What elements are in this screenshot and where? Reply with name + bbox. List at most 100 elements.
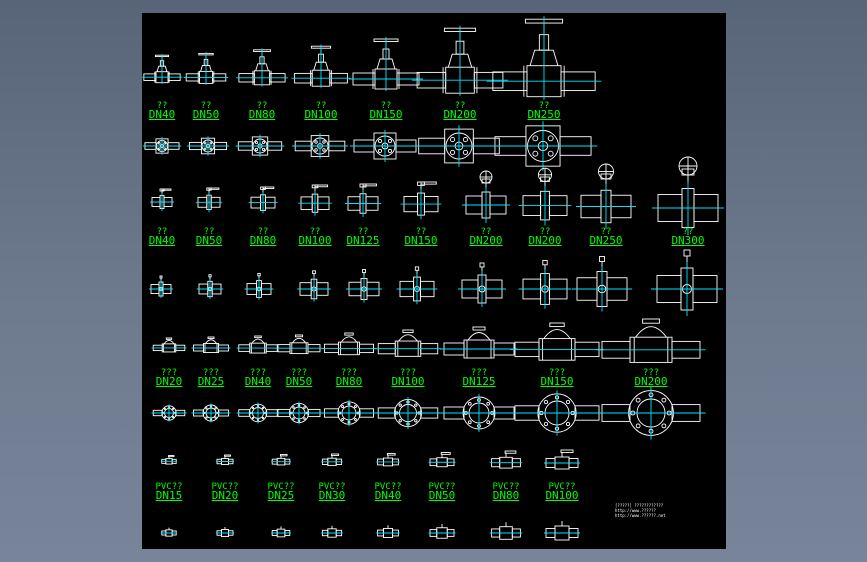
pvc-ball-valve-elevation [160,455,178,465]
pvc-ball-valve-plan [160,527,178,537]
valve-label: PVC?? DN40 [374,482,401,501]
valve-label: PVC?? DN30 [318,482,345,501]
gate-valve-plan [350,130,420,162]
butterfly-valve-plan [149,275,173,298]
valve-size-label: DN200 [469,234,503,247]
valve-size-label: DN30 [318,489,346,502]
gate-valve-plan [142,137,182,155]
valve-size-label: DN200 [528,234,562,247]
pvc-ball-valve-elevation [216,454,234,465]
pvc-ball-valve-elevation [428,452,456,468]
butterfly-valve-elevation [248,186,278,214]
valve-size-label: DN80 [248,108,276,121]
check-valve-elevation [275,334,323,355]
valve-size-label: DN150 [540,375,574,388]
check-valve-elevation [510,322,604,361]
valve-symbol-sheet [142,16,724,541]
butterfly-valve-plan [458,262,506,307]
pvc-ball-valve-elevation [489,450,523,469]
check-valve-elevation [440,326,518,359]
valve-label: ?? DN50 [193,101,220,120]
valve-size-label: DN150 [369,108,403,121]
gate-valve-plan [292,133,348,159]
valve-label: ??? DN40 [245,368,272,387]
gate-valve-plan [488,121,598,171]
valve-size-label: DN300 [671,234,705,247]
valve-size-label: DN20 [211,489,239,502]
valve-label: ??? DN125 [462,368,495,387]
valve-size-label: DN15 [155,489,183,502]
check-valve-elevation [596,318,706,363]
butterfly-valve-elevation [462,170,510,223]
valve-label: PVC?? DN100 [545,482,578,501]
gate-valve-plan [187,136,229,156]
valve-size-label: DN40 [148,234,176,247]
valve-size-label: DN80 [249,234,277,247]
pvc-ball-valve-elevation [321,453,343,466]
valve-label: ??? DN200 [634,368,667,387]
valve-size-label: DN200 [634,375,668,388]
gate-valve-elevation [486,16,602,100]
pvc-ball-valve-plan [544,521,580,541]
valve-label: ?? DN200 [443,101,476,120]
valve-label: ?? DN150 [404,227,437,246]
valve-size-label: DN100 [545,489,579,502]
butterfly-valve-elevation [345,183,381,217]
valve-label: ??? DN50 [286,368,313,387]
valve-label: ?? DN250 [527,101,560,120]
gate-valve-elevation [349,37,423,91]
valve-label: ?? DN40 [149,227,176,246]
check-valve-plan [596,386,706,440]
butterfly-valve-elevation [400,181,442,220]
valve-label: ?? DN50 [196,227,223,246]
valve-size-label: DN100 [391,375,425,388]
valve-label: ?? DN150 [369,101,402,120]
check-valve-plan [151,404,187,422]
valve-size-label: DN40 [244,375,272,388]
butterfly-valve-plan [244,272,274,300]
valve-size-label: DN40 [148,108,176,121]
check-valve-plan [374,396,442,430]
butterfly-valve-plan [346,269,382,303]
valve-label: PVC?? DN50 [428,482,455,501]
check-valve-plan-row [151,386,706,440]
note-line-3: http://www.??????.net [615,513,666,518]
butterfly-valve-plan-row [149,249,723,316]
pvc-ball-valve-plan [216,527,234,537]
pvc-ball-valve-plan-row [160,521,580,541]
valve-size-label: DN250 [527,108,561,121]
pvc-ball-valve-plan [428,524,456,539]
valve-size-label: DN50 [192,108,220,121]
valve-size-label: DN20 [155,375,183,388]
gate-valve-elevation [236,48,288,87]
check-valve-elevation [321,332,377,356]
valve-label: ?? DN125 [346,227,379,246]
pvc-ball-valve-elevation [376,453,400,467]
pvc-ball-valve-plan [271,526,291,538]
butterfly-valve-plan [518,259,572,309]
butterfly-valve-elevation [518,167,572,226]
butterfly-valve-plan [396,266,438,305]
check-valve-elevation [191,336,231,353]
butterfly-valve-plan [196,274,224,299]
valve-size-label: DN150 [404,234,438,247]
butterfly-valve-elevation [298,184,332,216]
valve-label: PVC?? DN20 [211,482,238,501]
butterfly-valve-elevation-row [150,156,724,235]
gate-valve-elevation [411,25,509,96]
butterfly-valve-elevation [150,188,174,211]
check-valve-plan [236,402,280,424]
butterfly-valve-plan [651,249,723,316]
valve-size-label: DN250 [589,234,623,247]
valve-label: ??? DN150 [540,368,573,387]
valve-label: PVC?? DN15 [155,482,182,501]
drawing-canvas[interactable]: ?? DN40 ?? DN50 ?? DN80 ?? DN100 ?? DN150 ?? DN200?… [142,13,726,549]
valve-label: ?? DN200 [469,227,502,246]
check-valve-elevation [236,335,280,354]
gate-valve-elevation [291,44,351,88]
title-note: [?????] ???????????? http://www.?????? h… [615,503,666,518]
butterfly-valve-elevation [652,156,724,235]
pvc-ball-valve-plan [321,525,343,538]
gate-valve-plan [235,134,285,158]
check-valve-plan [191,403,231,423]
